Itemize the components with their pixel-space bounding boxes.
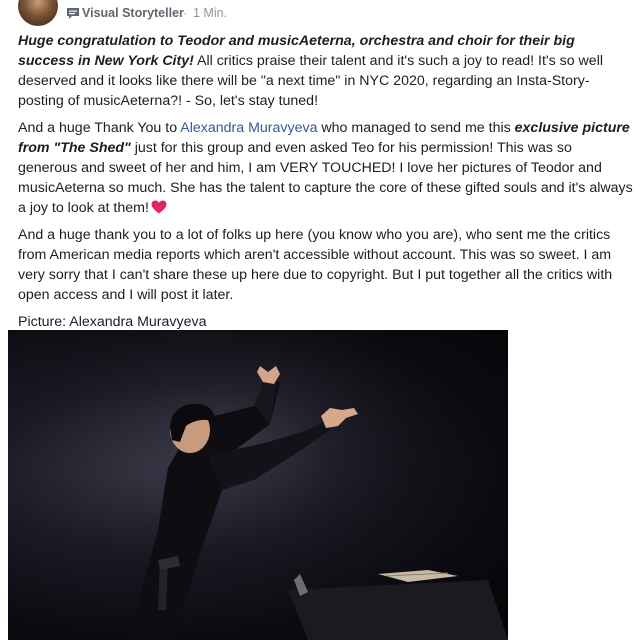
meta-separator: ·	[183, 6, 187, 20]
p2-text-pre: And a huge Thank You to	[18, 120, 181, 136]
post-header: Visual Storyteller · 1 Min.	[0, 0, 640, 26]
post-body: Huge congratulation to Teodor and musicA…	[18, 31, 633, 339]
facebook-post: Visual Storyteller · 1 Min. Huge congrat…	[0, 0, 640, 640]
conductor-illustration	[8, 330, 508, 640]
speech-bubble-icon	[67, 8, 79, 19]
heart-icon	[151, 200, 167, 214]
p2-text-mid: who managed to send me this	[317, 120, 515, 136]
mention-link[interactable]: Alexandra Muravyeva	[180, 120, 317, 136]
avatar[interactable]	[18, 0, 58, 26]
post-photo[interactable]	[8, 330, 508, 640]
paragraph-2: And a huge Thank You to Alexandra Muravy…	[18, 118, 633, 218]
post-timestamp[interactable]: 1 Min.	[193, 6, 227, 20]
paragraph-3: And a huge thank you to a lot of folks u…	[18, 227, 613, 303]
author-badge-label[interactable]: Visual Storyteller	[82, 6, 184, 20]
photo-credit: Picture: Alexandra Muravyeva	[18, 314, 207, 330]
paragraph-1: Huge congratulation to Teodor and musicA…	[18, 31, 633, 111]
